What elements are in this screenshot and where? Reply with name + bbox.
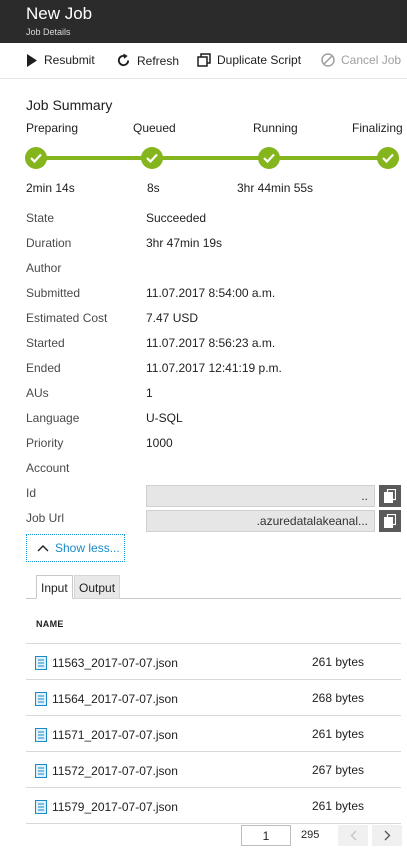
chevron-right-icon [384,830,390,841]
id-field[interactable]: .. [146,485,375,507]
job-summary-title: Job Summary [26,97,113,113]
chevron-left-icon [350,830,356,841]
file-icon [35,764,47,778]
page-total: 295 [301,829,320,841]
state-value: Succeeded [146,211,207,225]
stage-preparing-duration: 2min 14s [26,181,75,195]
stage-preparing-label: Preparing [26,121,79,135]
file-size: 268 bytes [312,691,365,705]
ended-value: 11.07.2017 12:41:19 p.m. [146,361,282,375]
check-icon [258,147,280,169]
check-icon [377,147,399,169]
cancel-job-label: Cancel Job [341,53,402,67]
language-label: Language [26,411,80,425]
tab-output[interactable]: Output [74,575,120,599]
duplicate-icon [197,53,211,67]
state-label: State [26,211,55,225]
ended-label: Ended [26,361,61,375]
author-label: Author [26,261,62,275]
file-size: 267 bytes [312,763,365,777]
started-value: 11.07.2017 8:56:23 a.m. [146,336,276,350]
estimated-cost-value: 7.47 USD [146,311,199,325]
tab-input[interactable]: Input [36,575,73,599]
resubmit-button[interactable]: Resubmit [26,53,95,67]
duplicate-script-button[interactable]: Duplicate Script [197,53,301,67]
file-icon [35,692,47,706]
copy-icon [384,489,396,503]
toolbar: Resubmit Refresh Duplicate Script Cancel… [0,43,407,79]
check-icon [141,147,163,169]
cancel-job-button[interactable]: Cancel Job [321,53,401,67]
file-row[interactable]: 11564_2017-07-07.json 268 bytes [26,680,401,716]
file-row[interactable]: 11579_2017-07-07.json 261 bytes [26,788,401,824]
file-icon [35,728,47,742]
stage-queued-label: Queued [133,121,176,135]
file-size: 261 bytes [312,655,365,669]
check-icon [25,147,47,169]
file-size: 261 bytes [312,799,365,813]
job-url-field[interactable]: .azuredatalakeanal... [146,510,375,532]
estimated-cost-label: Estimated Cost [26,311,108,325]
show-less-button[interactable]: Show less... [26,534,125,562]
started-label: Started [26,336,65,350]
job-url-label: Job Url [26,511,65,525]
file-icon [35,800,47,814]
refresh-label: Refresh [137,53,180,68]
file-name: 11579_2017-07-07.json [52,800,178,814]
account-label: Account [26,461,70,475]
window-title: New Job [26,4,93,23]
file-row[interactable]: 11572_2017-07-07.json 267 bytes [26,752,401,788]
file-row[interactable]: 11563_2017-07-07.json 261 bytes [26,644,401,680]
file-name: 11571_2017-07-07.json [52,728,178,742]
copy-job-url-button[interactable] [379,510,401,532]
refresh-button[interactable]: Refresh [116,53,179,68]
previous-page-button[interactable] [338,825,368,846]
io-tabs: Input Output [26,572,401,599]
page-number-input[interactable]: 1 [241,825,291,846]
priority-label: Priority [26,436,64,450]
file-size: 261 bytes [312,727,365,741]
copy-id-button[interactable] [379,485,401,507]
name-column-header[interactable]: NAME [36,619,64,629]
copy-icon [384,514,396,528]
progress-line [36,156,388,160]
file-row[interactable]: 11571_2017-07-07.json 261 bytes [26,716,401,752]
play-icon [27,53,37,67]
id-label: Id [26,486,37,500]
file-name: 11563_2017-07-07.json [52,656,178,670]
file-name: 11564_2017-07-07.json [52,692,178,706]
resubmit-label: Resubmit [44,53,95,67]
aus-label: AUs [26,386,49,400]
submitted-value: 11.07.2017 8:54:00 a.m. [146,286,276,300]
stage-queued-duration: 8s [147,181,160,195]
duration-value: 3hr 47min 19s [146,236,223,250]
duplicate-script-label: Duplicate Script [217,53,302,67]
show-less-label: Show less... [55,541,120,555]
stage-running-label: Running [253,121,298,135]
submitted-label: Submitted [26,286,81,300]
language-value: U-SQL [146,411,183,425]
title-bar: New Job Job Details [0,0,407,43]
aus-value: 1 [146,386,153,400]
cancel-icon [321,53,335,67]
duration-label: Duration [26,236,72,250]
stage-finalizing-label: Finalizing [352,121,403,135]
priority-value: 1000 [146,436,173,450]
file-icon [35,656,47,670]
window-subtitle: Job Details [26,27,71,37]
refresh-icon [117,53,130,67]
file-name: 11572_2017-07-07.json [52,764,178,778]
chevron-up-icon [37,545,49,552]
stage-running-duration: 3hr 44min 55s [237,181,314,195]
next-page-button[interactable] [372,825,402,846]
